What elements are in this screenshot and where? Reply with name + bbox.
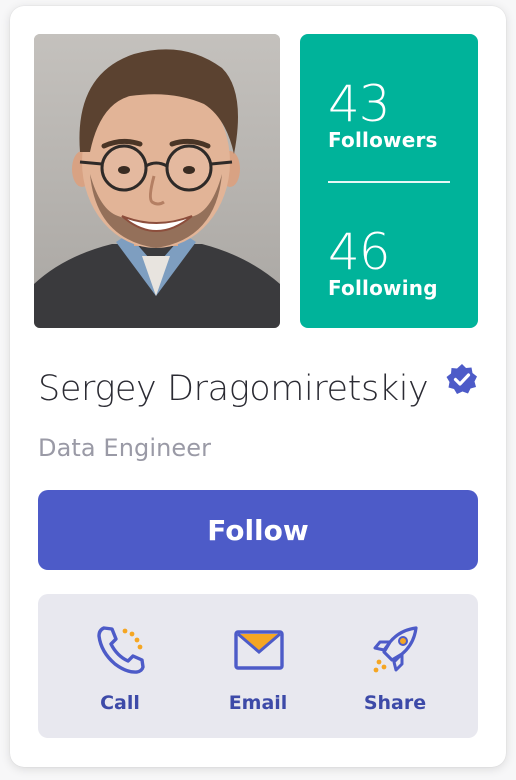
email-button[interactable]: Email — [193, 594, 323, 738]
followers-count: 43 — [328, 75, 391, 133]
verified-badge-icon — [444, 362, 480, 398]
profile-name: Sergey Dragomiretskiy — [38, 369, 429, 409]
following-count: 46 — [328, 223, 391, 281]
share-label: Share — [363, 692, 427, 714]
followers-label[interactable]: Followers — [328, 130, 438, 150]
phone-icon — [95, 624, 147, 676]
share-button[interactable]: Share — [330, 594, 460, 738]
call-label: Call — [100, 692, 140, 714]
envelope-icon — [233, 624, 285, 676]
profile-card: 43 Followers 46 Following Sergey Dragomi… — [10, 6, 506, 767]
profile-photo — [34, 34, 280, 328]
actions-panel: Call Email Share — [38, 594, 478, 738]
rocket-icon — [370, 624, 422, 676]
profile-role: Data Engineer — [38, 434, 212, 462]
email-label: Email — [228, 692, 288, 714]
call-button[interactable]: Call — [55, 594, 185, 738]
follow-button[interactable]: Follow — [38, 490, 478, 570]
stats-divider — [328, 181, 450, 183]
following-label[interactable]: Following — [328, 278, 438, 298]
stats-panel: 43 Followers 46 Following — [300, 34, 478, 328]
